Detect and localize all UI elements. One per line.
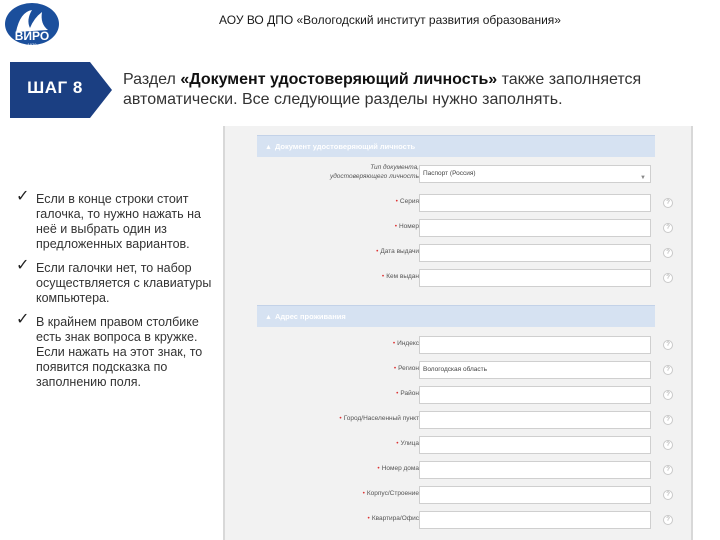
- intro-prefix: Раздел: [123, 71, 181, 88]
- section-title: Адрес проживания: [274, 312, 346, 321]
- note-text: Если галочки нет, то набор осуществляетс…: [36, 261, 212, 305]
- field-label: • Кем выдан: [381, 273, 419, 280]
- doc-type-select[interactable]: Паспорт (Россия) ▼: [419, 165, 651, 183]
- apartment-input[interactable]: [419, 511, 651, 529]
- house-number-input[interactable]: [419, 461, 651, 479]
- required-icon: •: [393, 365, 397, 372]
- help-icon[interactable]: ?: [663, 223, 673, 233]
- doc-type-label: Тип документа, удостоверяющего личность: [329, 164, 419, 180]
- field-row: • Город/Населенный пункт ?: [257, 408, 673, 433]
- collapse-icon[interactable]: ▲: [265, 314, 272, 321]
- field-label: • Регион: [393, 365, 419, 372]
- building-input[interactable]: [419, 486, 651, 504]
- form: ▲ Документ удостоверяющий личность Тип до…: [257, 135, 673, 533]
- series-input[interactable]: [419, 194, 651, 212]
- required-icon: •: [394, 223, 397, 230]
- field-label: • Номер дома: [377, 465, 419, 472]
- required-icon: •: [392, 340, 396, 347]
- step-label: ШАГ 8: [27, 78, 83, 97]
- required-icon: •: [362, 490, 365, 497]
- checkmark-icon: ✓: [16, 311, 30, 328]
- intro-bold: «Документ удостоверяющий личность»: [180, 71, 498, 88]
- intro-text: Раздел «Документ удостоверяющий личность…: [123, 70, 718, 110]
- help-icon[interactable]: ?: [663, 365, 673, 375]
- help-icon[interactable]: ?: [663, 390, 673, 400]
- required-icon: •: [376, 248, 379, 255]
- help-icon[interactable]: ?: [663, 248, 673, 258]
- field-label: • Индекс: [392, 340, 419, 347]
- section-header-document[interactable]: ▲ Документ удостоверяющий личность: [257, 135, 655, 157]
- city-input[interactable]: [419, 411, 651, 429]
- collapse-icon[interactable]: ▲: [265, 144, 272, 151]
- required-icon: •: [395, 198, 398, 205]
- field-row: • Район ?: [257, 383, 673, 408]
- field-label: • Корпус/Строение: [362, 490, 419, 497]
- field-row: • Номер ?: [257, 216, 673, 241]
- help-icon[interactable]: ?: [663, 465, 673, 475]
- street-input[interactable]: [419, 436, 651, 454]
- required-icon: •: [381, 273, 385, 280]
- field-row: • Серия ?: [257, 191, 673, 216]
- field-row: • Квартира/Офис ?: [257, 508, 673, 533]
- help-icon[interactable]: ?: [663, 440, 673, 450]
- doc-type-row: Тип документа, удостоверяющего личность П…: [257, 157, 655, 191]
- required-icon: •: [367, 515, 370, 522]
- field-row: • Номер дома ?: [257, 458, 673, 483]
- field-row: • Регион Вологодская область ?: [257, 358, 673, 383]
- field-row: • Корпус/Строение ?: [257, 483, 673, 508]
- region-input[interactable]: Вологодская область: [419, 361, 651, 379]
- viro-logo: ВИРО 1939: [2, 2, 62, 48]
- org-title: АОУ ВО ДПО «Вологодский институт развити…: [219, 13, 561, 27]
- field-row: • Индекс ?: [257, 333, 673, 358]
- issue-date-input[interactable]: [419, 244, 651, 262]
- note-item: ✓ Если галочки нет, то набор осуществляет…: [16, 257, 221, 306]
- help-icon[interactable]: ?: [663, 273, 673, 283]
- field-row: • Кем выдан ?: [257, 266, 673, 291]
- field-label: • Район: [396, 390, 419, 397]
- notes-list: ✓ Если в конце строки стоит галочка, то н…: [16, 188, 221, 399]
- help-icon[interactable]: ?: [663, 490, 673, 500]
- note-item: ✓ В крайнем правом столбике есть знак воп…: [16, 311, 221, 390]
- field-label: • Квартира/Офис: [367, 515, 419, 522]
- checkmark-icon: ✓: [16, 257, 30, 274]
- postcode-input[interactable]: [419, 336, 651, 354]
- required-icon: •: [339, 415, 342, 422]
- field-label: • Серия: [395, 198, 419, 205]
- required-icon: •: [396, 440, 399, 447]
- number-input[interactable]: [419, 219, 651, 237]
- district-input[interactable]: [419, 386, 651, 404]
- field-row: • Дата выдачи ?: [257, 241, 673, 266]
- help-icon[interactable]: ?: [663, 340, 673, 350]
- help-icon[interactable]: ?: [663, 198, 673, 208]
- checkmark-icon: ✓: [16, 188, 30, 205]
- note-text: В крайнем правом столбике есть знак вопр…: [36, 315, 203, 389]
- issued-by-input[interactable]: [419, 269, 651, 287]
- field-row: • Улица ?: [257, 433, 673, 458]
- help-icon[interactable]: ?: [663, 415, 673, 425]
- slide: ВИРО 1939 АОУ ВО ДПО «Вологодский инстит…: [0, 0, 720, 540]
- field-label: • Улица: [396, 440, 419, 447]
- note-item: ✓ Если в конце строки стоит галочка, то н…: [16, 188, 221, 252]
- form-screenshot: ▲ Документ удостоверяющий личность Тип до…: [223, 126, 693, 540]
- required-icon: •: [396, 390, 399, 397]
- section-header-address[interactable]: ▲ Адрес проживания: [257, 305, 655, 327]
- field-label: • Номер: [394, 223, 419, 230]
- logo-year: 1939: [28, 42, 38, 47]
- help-icon[interactable]: ?: [663, 515, 673, 525]
- step-badge: ШАГ 8: [10, 60, 114, 120]
- logo-text: ВИРО: [15, 29, 49, 43]
- section-title: Документ удостоверяющий личность: [274, 142, 416, 151]
- note-text: Если в конце строки стоит галочка, то ну…: [36, 192, 201, 251]
- field-label: • Город/Населенный пункт: [339, 415, 419, 422]
- chevron-down-icon[interactable]: ▼: [640, 170, 646, 186]
- field-label: • Дата выдачи: [376, 248, 419, 255]
- required-icon: •: [377, 465, 380, 472]
